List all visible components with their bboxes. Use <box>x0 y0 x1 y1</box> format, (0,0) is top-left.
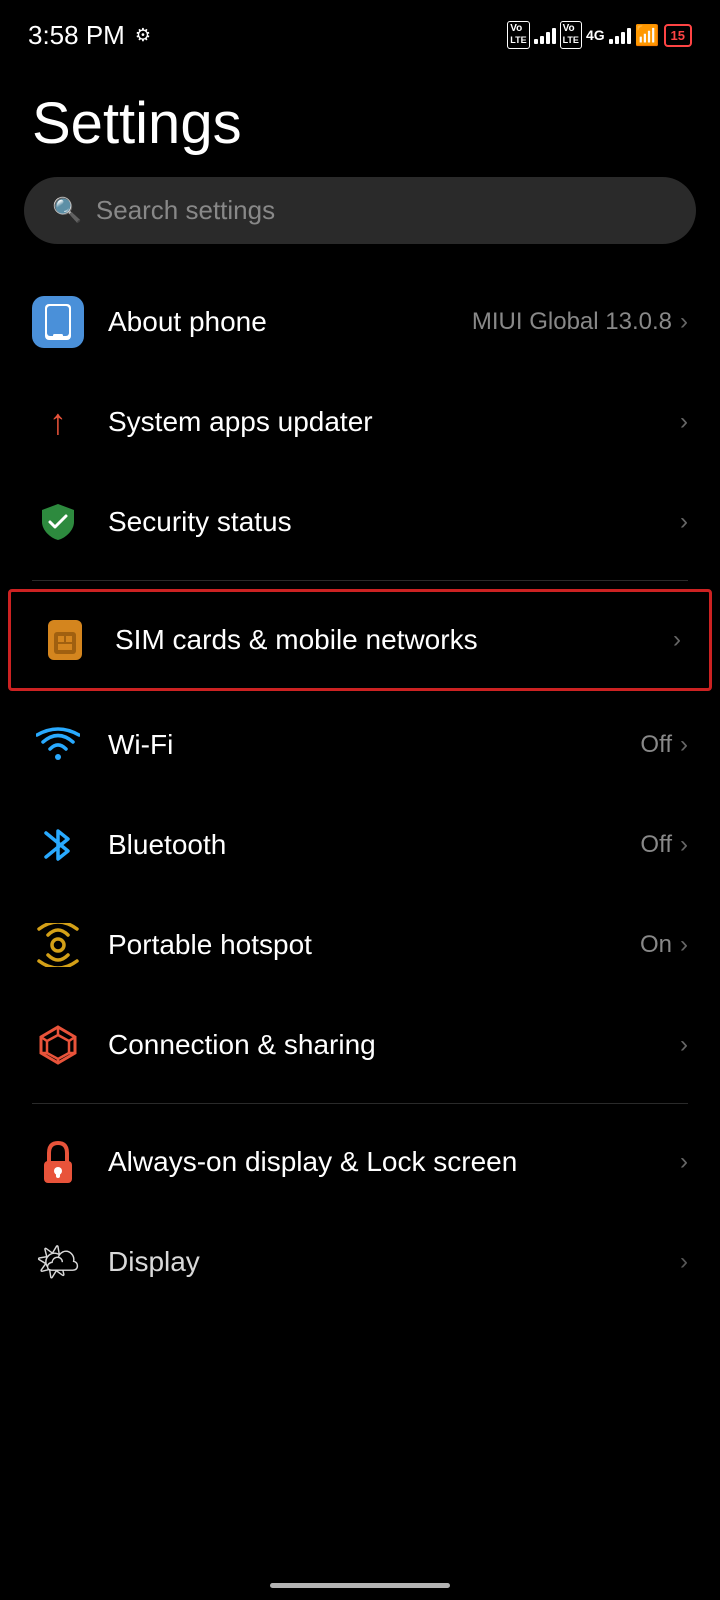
display-right: › <box>680 1248 688 1276</box>
security-chevron: › <box>680 508 688 536</box>
bluetooth-chevron: › <box>680 831 688 859</box>
divider-2 <box>32 1103 688 1104</box>
bluetooth-label: Bluetooth <box>108 829 226 861</box>
security-label: Security status <box>108 506 292 538</box>
security-right: › <box>680 508 688 536</box>
display-icon-container: 🌤 <box>32 1236 84 1288</box>
system-apps-icon: ↑ <box>32 396 84 448</box>
about-phone-right: MIUI Global 13.0.8 › <box>472 308 688 336</box>
settings-item-about-phone[interactable]: About phone MIUI Global 13.0.8 › <box>0 272 720 372</box>
sim-icon <box>39 614 91 666</box>
settings-item-sim-cards[interactable]: SIM cards & mobile networks › <box>8 589 712 691</box>
settings-item-connection-sharing[interactable]: Connection & sharing › <box>0 995 720 1095</box>
bluetooth-right: Off › <box>640 831 688 859</box>
security-content: Security status › <box>108 506 688 538</box>
settings-list: About phone MIUI Global 13.0.8 › ↑ Syste… <box>0 272 720 1312</box>
battery-icon: 15 <box>664 24 692 47</box>
search-placeholder: Search settings <box>96 195 275 226</box>
connection-right: › <box>680 1031 688 1059</box>
sim-chevron: › <box>673 626 681 654</box>
hotspot-right: On › <box>640 931 688 959</box>
wifi-content: Wi-Fi Off › <box>108 729 688 761</box>
display-chevron: › <box>680 1248 688 1276</box>
signal2-bars <box>609 26 631 44</box>
about-phone-subtitle: MIUI Global 13.0.8 <box>472 308 672 336</box>
lock-icon-container <box>32 1136 84 1188</box>
hotspot-content: Portable hotspot On › <box>108 929 688 961</box>
nav-bar <box>270 1583 450 1588</box>
settings-item-security-status[interactable]: Security status › <box>0 472 720 572</box>
hotspot-icon-container <box>32 919 84 971</box>
connection-label: Connection & sharing <box>108 1029 376 1061</box>
sim-content: SIM cards & mobile networks › <box>115 624 681 656</box>
connection-chevron: › <box>680 1031 688 1059</box>
page-title: Settings <box>0 60 720 177</box>
settings-item-system-apps-updater[interactable]: ↑ System apps updater › <box>0 372 720 472</box>
hotspot-subtitle: On <box>640 931 672 959</box>
settings-item-always-on-display[interactable]: Always-on display & Lock screen › <box>0 1112 720 1212</box>
search-icon: 🔍 <box>52 196 82 225</box>
security-icon <box>32 496 84 548</box>
4g-badge: 4G <box>586 27 605 43</box>
settings-item-display[interactable]: 🌤 Display › <box>0 1212 720 1312</box>
display-content: Display › <box>108 1246 688 1278</box>
display-label: Display <box>108 1246 200 1278</box>
wifi-chevron: › <box>680 731 688 759</box>
bluetooth-content: Bluetooth Off › <box>108 829 688 861</box>
wifi-label: Wi-Fi <box>108 729 173 761</box>
system-apps-content: System apps updater › <box>108 406 688 438</box>
volte2-badge: VoLTE <box>560 21 582 49</box>
system-apps-label: System apps updater <box>108 406 373 438</box>
wifi-icon-container <box>32 719 84 771</box>
bluetooth-subtitle: Off <box>640 831 672 859</box>
settings-item-portable-hotspot[interactable]: Portable hotspot On › <box>0 895 720 995</box>
search-container[interactable]: 🔍 Search settings <box>24 177 696 244</box>
about-phone-icon <box>32 296 84 348</box>
always-on-label: Always-on display & Lock screen <box>108 1142 517 1181</box>
status-time: 3:58 PM ⚙ <box>28 20 151 51</box>
settings-item-wifi[interactable]: Wi-Fi Off › <box>0 695 720 795</box>
connection-content: Connection & sharing › <box>108 1029 688 1061</box>
always-on-chevron: › <box>680 1148 688 1176</box>
about-phone-label: About phone <box>108 306 267 338</box>
signal1-bars <box>534 26 556 44</box>
always-on-right: › <box>680 1148 688 1176</box>
hotspot-label: Portable hotspot <box>108 929 312 961</box>
settings-item-bluetooth[interactable]: Bluetooth Off › <box>0 795 720 895</box>
sim-right: › <box>673 626 681 654</box>
wifi-status-icon: 📶 <box>635 23 660 48</box>
wifi-right: Off › <box>640 731 688 759</box>
hotspot-chevron: › <box>680 931 688 959</box>
status-icons: VoLTE VoLTE 4G 📶 15 <box>507 21 692 49</box>
divider-1 <box>32 580 688 581</box>
always-on-content: Always-on display & Lock screen › <box>108 1142 688 1181</box>
status-bar: 3:58 PM ⚙ VoLTE VoLTE 4G 📶 15 <box>0 0 720 60</box>
system-apps-chevron: › <box>680 408 688 436</box>
wifi-subtitle: Off <box>640 731 672 759</box>
sim-label: SIM cards & mobile networks <box>115 624 478 656</box>
about-phone-chevron: › <box>680 308 688 336</box>
system-apps-right: › <box>680 408 688 436</box>
bluetooth-icon-container <box>32 819 84 871</box>
search-bar[interactable]: 🔍 Search settings <box>24 177 696 244</box>
volte1-badge: VoLTE <box>507 21 529 49</box>
gear-icon: ⚙ <box>135 25 151 46</box>
about-phone-content: About phone MIUI Global 13.0.8 › <box>108 306 688 338</box>
time-display: 3:58 PM <box>28 20 125 51</box>
connection-icon-container <box>32 1019 84 1071</box>
